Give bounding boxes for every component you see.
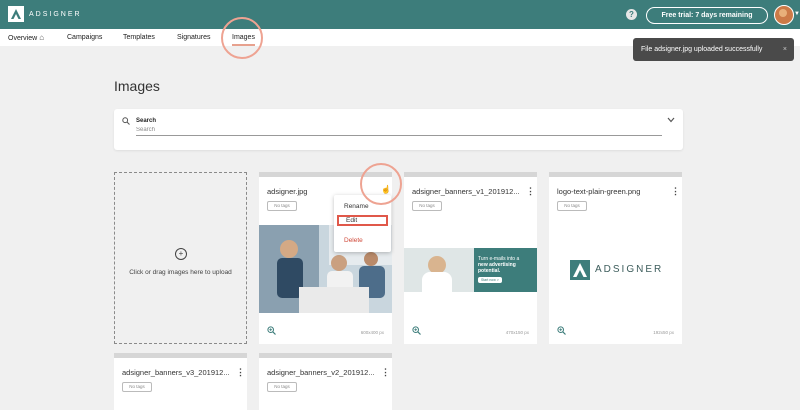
nav-templates[interactable]: Templates xyxy=(123,29,155,46)
search-icon xyxy=(122,117,130,127)
tag-badge[interactable]: No tags xyxy=(557,201,587,211)
more-options-icon[interactable]: ⋮ xyxy=(381,368,390,377)
logo-text: ADSIGNER xyxy=(29,10,82,18)
image-thumbnail: ADSIGNER xyxy=(549,260,682,280)
image-thumbnail: Turn e-mails into a new advertising pote… xyxy=(404,248,537,292)
image-title: adsigner_banners_v3_201912... xyxy=(122,368,230,377)
nav-campaigns[interactable]: Campaigns xyxy=(67,29,102,46)
toast-notification: File adsigner.jpg uploaded successfully … xyxy=(633,38,794,61)
nav-overview[interactable]: Overview ⌂ xyxy=(8,29,44,46)
chevron-down-icon[interactable] xyxy=(667,116,675,125)
image-card[interactable]: adsigner_banners_v1_201912... ⋮ No tags … xyxy=(404,172,537,344)
zoom-in-icon[interactable] xyxy=(267,326,276,337)
image-dimensions: 470x150 px xyxy=(505,330,529,335)
page-title: Images xyxy=(114,78,160,94)
tag-badge[interactable]: No tags xyxy=(267,201,297,211)
click-highlight-circle xyxy=(221,17,263,59)
search-label: Search xyxy=(136,118,157,124)
home-icon: ⌂ xyxy=(39,33,45,42)
free-trial-button[interactable]: Free trial: 7 days remaining xyxy=(646,7,768,24)
search-input[interactable] xyxy=(136,125,662,136)
logo-mark-icon xyxy=(570,260,590,280)
logo-mark-icon xyxy=(8,6,24,22)
tag-badge[interactable]: No tags xyxy=(122,382,152,392)
image-card[interactable]: logo-text-plain-green.png ⋮ No tags ADSI… xyxy=(549,172,682,344)
image-card[interactable]: adsigner_banners_v3_201912... ⋮ No tags xyxy=(114,353,247,410)
more-options-icon[interactable]: ⋮ xyxy=(236,368,245,377)
top-bar: ADSIGNER ? Free trial: 7 days remaining … xyxy=(0,0,800,29)
toast-message: File adsigner.jpg uploaded successfully xyxy=(641,46,763,53)
upload-instructions: Click or drag images here to upload xyxy=(129,269,232,276)
search-panel: Search xyxy=(114,109,683,150)
zoom-in-icon[interactable] xyxy=(412,326,421,337)
banner-cta: Start now > xyxy=(478,277,502,283)
upload-dropzone[interactable]: + Click or drag images here to upload xyxy=(114,172,247,344)
plus-icon: + xyxy=(175,248,187,260)
click-highlight-circle xyxy=(360,163,402,205)
image-title: adsigner_banners_v1_201912... xyxy=(412,187,520,196)
app-logo[interactable]: ADSIGNER xyxy=(8,6,82,22)
banner-text-line: potential. xyxy=(478,268,501,274)
image-dimensions: 192x50 px xyxy=(653,330,674,335)
image-title: logo-text-plain-green.png xyxy=(557,187,641,196)
menu-item-delete[interactable]: Delete xyxy=(337,235,388,246)
image-title: adsigner_banners_v2_201912... xyxy=(267,368,375,377)
avatar[interactable] xyxy=(774,5,794,25)
chevron-down-icon[interactable]: ▼ xyxy=(794,11,800,17)
image-dimensions: 600x400 px xyxy=(360,330,384,335)
image-card[interactable]: adsigner_banners_v2_201912... ⋮ No tags xyxy=(259,353,392,410)
logo-text: ADSIGNER xyxy=(595,264,664,275)
more-options-icon[interactable]: ⋮ xyxy=(526,187,535,196)
tag-badge[interactable]: No tags xyxy=(412,201,442,211)
more-options-icon[interactable]: ⋮ xyxy=(671,187,680,196)
help-icon[interactable]: ? xyxy=(626,9,637,20)
nav-signatures[interactable]: Signatures xyxy=(177,29,210,46)
menu-item-edit[interactable]: Edit xyxy=(337,215,388,226)
close-icon[interactable]: × xyxy=(783,38,787,61)
zoom-in-icon[interactable] xyxy=(557,326,566,337)
tag-badge[interactable]: No tags xyxy=(267,382,297,392)
